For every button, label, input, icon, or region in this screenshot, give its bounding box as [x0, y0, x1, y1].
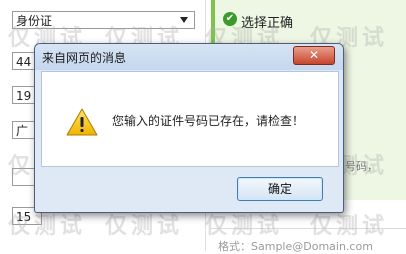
dialog-title: 来自网页的消息	[42, 51, 127, 65]
ok-button-label: 确定	[267, 182, 292, 196]
dialog-titlebar[interactable]: 来自网页的消息 ✕	[35, 44, 343, 70]
dialog-message: 您输入的证件号码已存在，请检查！	[112, 114, 305, 128]
dialog-content: 您输入的证件号码已存在，请检查！	[41, 71, 339, 167]
close-button[interactable]: ✕	[293, 46, 335, 65]
email-format-hint: 格式：Sample@Domain.com	[218, 240, 373, 253]
text-field-4-value: 广	[16, 124, 29, 138]
close-icon: ✕	[308, 48, 320, 62]
warning-icon	[66, 108, 98, 136]
text-field-2-value: 44	[16, 55, 32, 69]
ok-button[interactable]: 确定	[237, 177, 323, 201]
dialog-footer: 确定	[41, 166, 337, 208]
alert-dialog: 来自网页的消息 ✕ 您输入的证件号码已存在，请检查！ 确定	[34, 43, 344, 213]
text-field-3-value: 19	[16, 89, 32, 103]
